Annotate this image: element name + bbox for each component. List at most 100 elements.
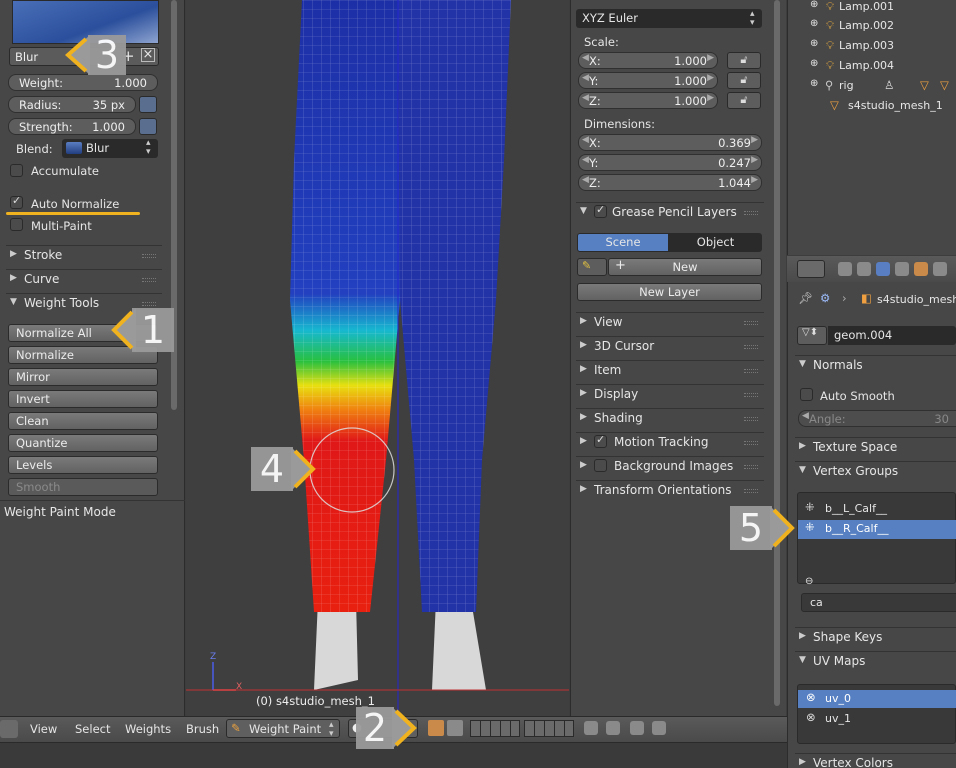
weight-field[interactable]: Weight: 1.000	[8, 74, 158, 91]
vertex-group-item-selected[interactable]: ⁜ b__R_Calf__	[798, 520, 956, 539]
vertex-colors-section[interactable]: ▶ Vertex Colors	[795, 753, 956, 768]
uv-maps-section[interactable]: ▼ UV Maps	[795, 651, 956, 671]
object-tab-icon[interactable]	[895, 262, 909, 276]
editor-type-icon[interactable]	[0, 720, 18, 738]
angle-field[interactable]: ◀ Angle: 30	[798, 410, 956, 427]
scene-tab[interactable]: Scene	[577, 233, 669, 252]
view-section[interactable]: ▶ View	[576, 312, 764, 332]
radius-field[interactable]: Radius: 35 px	[8, 96, 136, 113]
pressure-icon[interactable]	[139, 118, 157, 135]
display-section[interactable]: ▶ Display	[576, 384, 764, 404]
mode-label: Weight Paint Mode	[4, 505, 116, 519]
armature-icon: ⚲	[825, 78, 834, 92]
expand-icon: ⊕	[810, 78, 819, 89]
item-section[interactable]: ▶ Item	[576, 360, 764, 380]
mode-dropdown[interactable]: ✎ Weight Paint ▴ ▾	[226, 719, 340, 739]
lock-icon[interactable]: 🔓︎	[727, 92, 761, 109]
scrollbar[interactable]	[774, 0, 780, 706]
rotation-mode-value: XYZ Euler	[582, 11, 638, 25]
constraint-tab-icon[interactable]	[933, 262, 947, 276]
outliner-item-lamp-004[interactable]: ⊕ 💡︎ Lamp.004	[810, 58, 956, 75]
texture-space-section[interactable]: ▶ Texture Space	[795, 437, 956, 457]
pencil-color-button[interactable]: ✎	[577, 258, 607, 276]
lock-icon[interactable]	[584, 721, 598, 735]
callout-chevron	[64, 35, 90, 75]
menu-select[interactable]: Select	[75, 722, 110, 736]
proportional-icon[interactable]	[606, 721, 620, 735]
camera-icon[interactable]	[652, 721, 666, 735]
dimension-y-field[interactable]: ◀ Y: 0.247 ▶	[578, 154, 762, 171]
dimension-z-field[interactable]: ◀ Z: 1.044 ▶	[578, 174, 762, 191]
blend-dropdown[interactable]: Blur ▴ ▾	[62, 139, 158, 158]
motion-tracking-checkbox[interactable]	[594, 433, 607, 448]
quantize-button[interactable]: Quantize	[8, 434, 158, 452]
stroke-section[interactable]: ▶ Stroke	[6, 245, 162, 265]
menu-brush[interactable]: Brush	[186, 722, 219, 736]
modifier-tab-icon[interactable]	[914, 262, 928, 276]
new-button[interactable]: + New	[608, 258, 762, 276]
filter-toggle-icon[interactable]: ⊖	[805, 576, 813, 587]
outliner-item-lamp-002[interactable]: ⊕ 💡︎ Lamp.002	[810, 18, 956, 35]
auto-normalize-checkbox[interactable]	[10, 194, 23, 209]
uv-map-item[interactable]: ⊗ uv_1	[798, 710, 956, 728]
uv-map-item-selected[interactable]: ⊗ uv_0	[798, 690, 956, 708]
callout-chevron	[770, 506, 795, 550]
multi-paint-checkbox[interactable]	[10, 218, 23, 231]
lock-icon[interactable]: 🔓︎	[727, 52, 761, 69]
invert-button[interactable]: Invert	[8, 390, 158, 408]
cube-icon[interactable]	[447, 720, 463, 736]
vertex-group-item[interactable]: ⁜ b__L_Calf__	[798, 500, 956, 518]
scale-y-field[interactable]: ◀ Y: 1.000 ▶	[578, 72, 718, 89]
scale-x-field[interactable]: ◀ X: 1.000 ▶	[578, 52, 718, 69]
clean-button[interactable]: Clean	[8, 412, 158, 430]
shading-section[interactable]: ▶ Shading	[576, 408, 764, 428]
3d-cursor-section[interactable]: ▶ 3D Cursor	[576, 336, 764, 356]
render-tab-icon[interactable]	[838, 262, 852, 276]
close-icon[interactable]: ×	[141, 48, 155, 62]
axis-z-label: Z	[210, 652, 217, 662]
normals-section[interactable]: ▼ Normals	[795, 355, 956, 375]
mesh-name-field[interactable]: geom.004	[828, 326, 956, 345]
pressure-icon[interactable]	[139, 96, 157, 113]
transform-orientations-section[interactable]: ▶ Transform Orientations	[576, 480, 764, 500]
scale-z-field[interactable]: ◀ Z: 1.000 ▶	[578, 92, 718, 109]
viewport-3d[interactable]: Z X (0) s4studio_mesh_1	[186, 0, 569, 716]
brush-name: Blur	[15, 50, 39, 64]
levels-button[interactable]: Levels	[8, 456, 158, 474]
scene-tab-icon[interactable]	[857, 262, 871, 276]
auto-smooth-label: Auto Smooth	[820, 389, 895, 403]
smooth-button[interactable]: Smooth	[8, 478, 158, 496]
layers-grid[interactable]	[470, 720, 520, 737]
render-icon[interactable]	[630, 721, 644, 735]
uv-map-label: uv_1	[825, 712, 851, 725]
strength-field[interactable]: Strength: 1.000	[8, 118, 136, 135]
lock-icon[interactable]: 🔓︎	[727, 72, 761, 89]
callout-box: 1	[132, 308, 174, 352]
mesh-browse-button[interactable]: ▽⬍	[797, 326, 827, 345]
layers-grid[interactable]	[524, 720, 574, 737]
breadcrumb[interactable]: s4studio_mesh	[877, 293, 956, 306]
auto-smooth-checkbox[interactable]	[800, 388, 813, 401]
background-images-checkbox[interactable]	[594, 459, 607, 472]
curve-section[interactable]: ▶ Curve	[6, 269, 162, 289]
outliner-item-lamp-001[interactable]: ⊕ 💡︎ Lamp.001	[810, 0, 956, 16]
filter-field[interactable]: ca	[801, 593, 956, 612]
mirror-button[interactable]: Mirror	[8, 368, 158, 386]
vertex-groups-section[interactable]: ▼ Vertex Groups	[795, 461, 956, 481]
outliner-item-rig[interactable]: ⊕ ⚲ rig ♙ ▽ ▽	[810, 78, 956, 95]
rotation-mode-dropdown[interactable]: XYZ Euler ▴ ▾	[576, 9, 762, 28]
outliner-item-mesh[interactable]: ▽ s4studio_mesh_1	[810, 98, 956, 115]
dimension-x-field[interactable]: ◀ X: 0.369 ▶	[578, 134, 762, 151]
object-tab[interactable]: Object	[669, 233, 762, 252]
menu-weights[interactable]: Weights	[125, 722, 171, 736]
accumulate-checkbox[interactable]	[10, 164, 23, 177]
shape-keys-section[interactable]: ▶ Shape Keys	[795, 627, 956, 647]
object-icon[interactable]	[428, 720, 444, 736]
grease-pencil-checkbox[interactable]	[594, 203, 607, 218]
world-tab-icon[interactable]	[876, 262, 890, 276]
editor-type-icon[interactable]	[797, 260, 825, 278]
pin-icon[interactable]: 📌︎	[798, 291, 813, 305]
outliner-item-lamp-003[interactable]: ⊕ 💡︎ Lamp.003	[810, 38, 956, 55]
new-layer-button[interactable]: New Layer	[577, 283, 762, 301]
menu-view[interactable]: View	[30, 722, 57, 736]
